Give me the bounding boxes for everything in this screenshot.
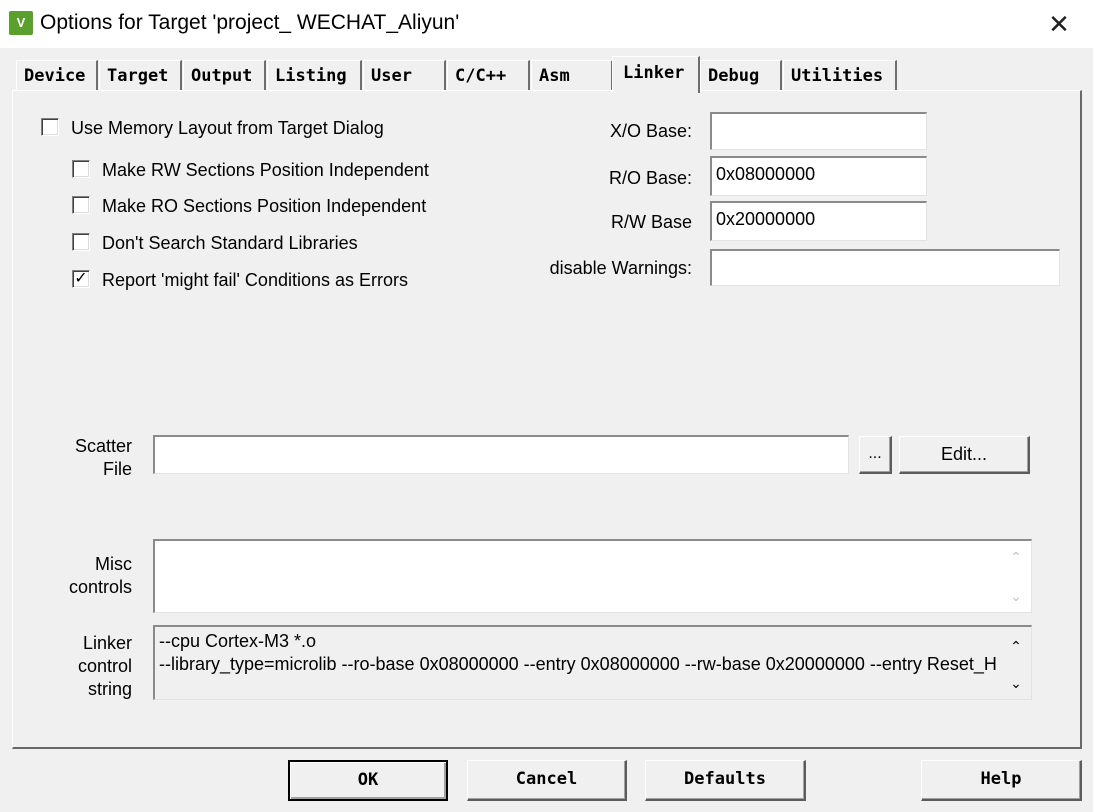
misc-scroll-up-icon[interactable]: ⌃: [1005, 546, 1027, 568]
report-might-fail-option[interactable]: ✓ Report 'might fail' Conditions as Error…: [72, 268, 408, 292]
scatter-edit-button[interactable]: Edit...: [899, 436, 1030, 474]
scatter-label-line1: Scatter: [74, 436, 132, 456]
ro-position-independent-label: Make RO Sections Position Independent: [102, 196, 427, 216]
disable-warnings-input[interactable]: [710, 249, 1060, 286]
tab-target[interactable]: Target: [99, 60, 182, 91]
rw-position-independent-label: Make RW Sections Position Independent: [102, 160, 429, 180]
checkbox-checked[interactable]: ✓: [72, 270, 90, 289]
dont-search-std-libs-label: Don't Search Standard Libraries: [102, 233, 358, 253]
window-title: Options for Target 'project_ WECHAT_Aliy…: [40, 11, 460, 34]
tab-linker[interactable]: Linker: [612, 56, 700, 93]
keil-uvision-icon: V: [9, 11, 33, 35]
linker-scroll-up-icon[interactable]: ⌃: [1005, 635, 1027, 657]
scatter-browse-button[interactable]: ...: [859, 436, 892, 474]
misc-label-line2: controls: [68, 577, 132, 597]
disable-warnings-label: disable Warnings:: [549, 258, 692, 278]
title-bar: V Options for Target 'project_ WECHAT_Al…: [0, 0, 1093, 48]
close-icon[interactable]: ✕: [1045, 10, 1073, 38]
xo-base-label: X/O Base:: [609, 121, 692, 141]
checkbox[interactable]: [72, 196, 90, 215]
help-button[interactable]: Help: [921, 760, 1082, 801]
linker-control-label-line1: Linker: [82, 633, 132, 653]
checkbox[interactable]: [41, 118, 59, 137]
tab-output[interactable]: Output: [183, 60, 266, 91]
xo-base-input[interactable]: [710, 112, 927, 150]
misc-controls-input[interactable]: [153, 539, 1032, 613]
linker-control-line1: --cpu Cortex-M3 *.o: [159, 631, 317, 651]
scatter-file-input[interactable]: [153, 435, 849, 474]
rw-base-label: R/W Base: [610, 212, 692, 232]
rw-base-input[interactable]: 0x20000000: [710, 201, 927, 241]
linker-control-label-line2: control: [77, 656, 132, 676]
tab-user[interactable]: User: [363, 60, 446, 91]
tab-listing[interactable]: Listing: [267, 60, 362, 91]
linker-control-label-line3: string: [87, 679, 132, 699]
ro-base-label: R/O Base:: [608, 168, 692, 188]
ok-button[interactable]: OK: [288, 760, 448, 801]
ro-base-input[interactable]: 0x08000000: [710, 156, 927, 196]
dont-search-std-libs-option[interactable]: Don't Search Standard Libraries: [72, 231, 358, 255]
report-might-fail-label: Report 'might fail' Conditions as Errors: [102, 270, 408, 290]
linker-control-string[interactable]: --cpu Cortex-M3 *.o --library_type=micro…: [153, 625, 1032, 700]
tab-device[interactable]: Device: [16, 60, 98, 91]
tab-utilities[interactable]: Utilities: [783, 60, 897, 91]
linker-control-line2: --library_type=microlib --ro-base 0x0800…: [159, 654, 997, 674]
misc-label-line1: Misc: [95, 554, 132, 574]
tab-debug[interactable]: Debug: [700, 60, 782, 91]
use-memory-layout-label: Use Memory Layout from Target Dialog: [71, 118, 384, 138]
misc-scroll-down-icon[interactable]: ⌄: [1005, 585, 1027, 607]
rw-position-independent-option[interactable]: Make RW Sections Position Independent: [72, 158, 429, 182]
ro-position-independent-option[interactable]: Make RO Sections Position Independent: [72, 194, 426, 218]
checkbox[interactable]: [72, 233, 90, 252]
defaults-button[interactable]: Defaults: [645, 760, 806, 801]
use-memory-layout-option[interactable]: Use Memory Layout from Target Dialog: [41, 116, 384, 140]
tab-asm[interactable]: Asm: [531, 60, 613, 91]
checkbox[interactable]: [72, 160, 90, 179]
linker-scroll-down-icon[interactable]: ⌄: [1005, 672, 1027, 694]
cancel-button[interactable]: Cancel: [467, 760, 627, 801]
tab-cpp[interactable]: C/C++: [447, 60, 530, 91]
scatter-label-line2: File: [102, 459, 132, 479]
